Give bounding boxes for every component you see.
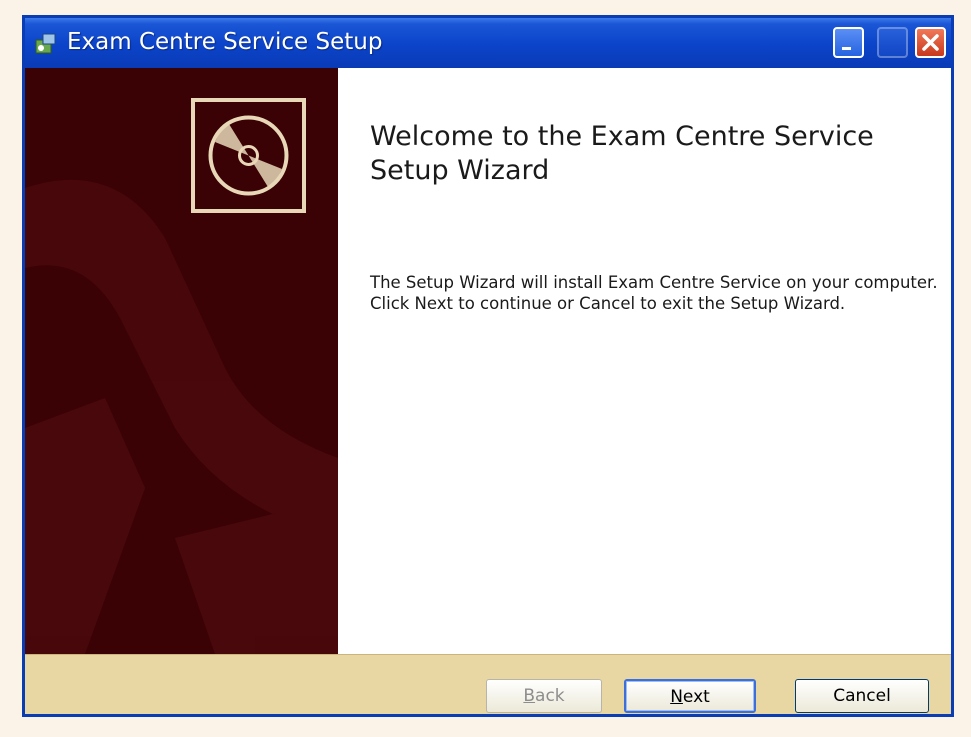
wizard-heading: Welcome to the Exam Centre Service Setup… [370,121,874,186]
maximize-button [877,27,908,58]
close-button[interactable] [915,27,946,58]
window-title: Exam Centre Service Setup [67,29,383,55]
back-button: Back [486,679,602,713]
cancel-button[interactable]: Cancel [795,679,929,713]
close-icon [922,34,939,51]
sidebar-banner [25,68,338,654]
cd-disc-icon [191,98,306,213]
wizard-content: Welcome to the Exam Centre Service Setup… [25,68,951,654]
installer-icon [33,31,59,57]
title-bar[interactable]: Exam Centre Service Setup [25,18,951,68]
main-panel: Welcome to the Exam Centre Service Setup… [338,68,951,654]
wizard-description: The Setup Wizard will install Exam Centr… [370,273,938,313]
button-bar: Back Next Cancel [25,654,951,714]
minimize-button[interactable] [833,27,864,58]
next-button[interactable]: Next [624,679,756,713]
setup-window: Exam Centre Service Setup Welcome to the… [22,15,954,717]
